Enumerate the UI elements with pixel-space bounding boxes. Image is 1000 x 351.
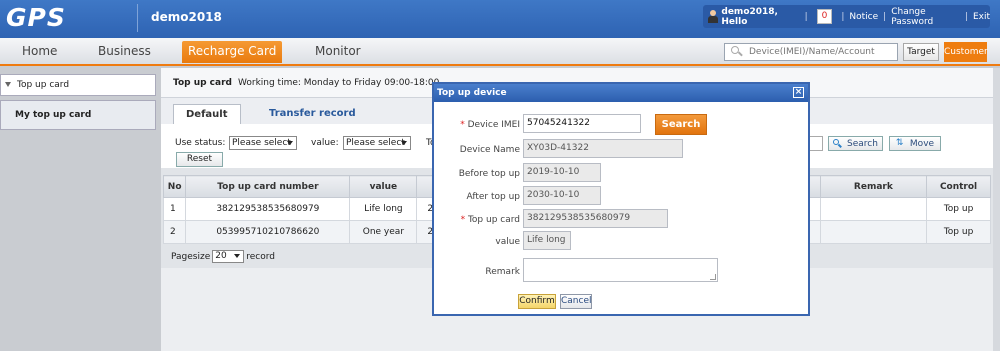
tab-default[interactable]: Default bbox=[173, 104, 241, 124]
use-status-value: Please select bbox=[232, 138, 291, 148]
move-icon: ⇅ bbox=[895, 138, 904, 148]
dropdown-caret-icon bbox=[234, 254, 241, 258]
pagesize-label: Pagesize bbox=[171, 251, 211, 262]
device-name-label: Device Name bbox=[459, 145, 520, 155]
nav-monitor[interactable]: Monitor bbox=[315, 44, 361, 58]
move-label: Move bbox=[909, 138, 935, 149]
header-divider bbox=[137, 4, 138, 32]
top-bar: GPS demo2018 demo2018, Hello | 0 | Notic… bbox=[0, 0, 1000, 38]
value-select-value: Please select bbox=[346, 138, 405, 148]
value-filter-label: value: bbox=[311, 138, 339, 148]
search-icon bbox=[833, 139, 842, 148]
search-icon bbox=[729, 44, 745, 60]
dropdown-caret-icon bbox=[287, 141, 293, 145]
dialog-title: Top up device bbox=[437, 88, 507, 98]
imei-input[interactable]: 57045241322 bbox=[523, 114, 641, 133]
change-password-link[interactable]: Change Password bbox=[891, 7, 960, 27]
filter-search-label: Search bbox=[847, 138, 878, 149]
remark-textarea[interactable] bbox=[523, 258, 718, 282]
dropdown-caret-icon bbox=[401, 141, 407, 145]
cell-remark bbox=[819, 220, 928, 244]
reset-button[interactable]: Reset bbox=[176, 152, 223, 167]
exit-link[interactable]: Exit bbox=[973, 12, 990, 22]
cell-value: Life long bbox=[349, 197, 418, 221]
cell-card-number: 053995710210786620 bbox=[185, 220, 351, 244]
col-header-value: value bbox=[349, 175, 418, 198]
resize-handle-icon[interactable] bbox=[710, 274, 716, 280]
pagesize-value: 20 bbox=[215, 251, 227, 261]
user-bar: demo2018, Hello | 0 | Notice | Change Pa… bbox=[703, 5, 990, 28]
vertical-scrollbar[interactable] bbox=[993, 68, 1000, 351]
use-status-select[interactable]: Please select bbox=[229, 136, 297, 150]
device-name-field: XY03D-41322 bbox=[523, 139, 683, 158]
before-top-up-field: 2019-10-10 bbox=[523, 163, 601, 182]
cell-value: One year bbox=[349, 220, 418, 244]
separator: | bbox=[964, 11, 968, 22]
dialog-search-button[interactable]: Search bbox=[655, 114, 707, 135]
customer-button[interactable]: Customer bbox=[944, 42, 988, 62]
value-field: Life long bbox=[523, 231, 571, 250]
sidebar-group-top-up-card[interactable]: Top up card bbox=[0, 74, 156, 96]
top-up-card-field[interactable]: 382129538535680979 bbox=[523, 209, 668, 228]
record-label: record bbox=[246, 251, 275, 262]
use-status-label: Use status: bbox=[175, 138, 226, 148]
top-up-device-dialog: Top up device × * Device IMEI 5704524132… bbox=[432, 82, 810, 316]
nav-recharge-card[interactable]: Recharge Card bbox=[182, 41, 283, 63]
separator: | bbox=[804, 11, 808, 22]
value-select[interactable]: Please select bbox=[343, 136, 411, 150]
tab-transfer-record[interactable]: Transfer record bbox=[257, 104, 368, 124]
device-search-input[interactable] bbox=[749, 47, 897, 57]
user-greeting: demo2018, Hello bbox=[721, 6, 778, 27]
page-title: Top up card bbox=[173, 77, 232, 88]
nav-business[interactable]: Business bbox=[98, 44, 151, 58]
separator: | bbox=[883, 11, 887, 22]
dialog-title-bar: Top up device × bbox=[434, 84, 808, 102]
top-up-link[interactable]: Top up bbox=[926, 197, 991, 221]
required-star: * bbox=[460, 215, 468, 225]
move-button[interactable]: ⇅ Move bbox=[889, 136, 941, 151]
separator: | bbox=[841, 11, 845, 22]
device-search-box bbox=[724, 43, 898, 61]
working-time: Working time: Monday to Friday 09:00-18:… bbox=[237, 77, 440, 88]
sidebar-item-my-top-up-card[interactable]: My top up card bbox=[0, 100, 156, 130]
cell-no: 1 bbox=[162, 197, 187, 221]
required-star: * bbox=[460, 120, 468, 130]
cancel-button[interactable]: Cancel bbox=[560, 294, 592, 309]
notice-link[interactable]: Notice bbox=[849, 12, 878, 22]
imei-label: * Device IMEI bbox=[434, 120, 520, 130]
account-name: demo2018 bbox=[151, 10, 222, 24]
cell-no: 2 bbox=[162, 220, 187, 244]
pagesize-select[interactable]: 20 bbox=[212, 250, 245, 263]
col-header-no: No bbox=[162, 175, 187, 198]
collapse-arrow-icon bbox=[5, 82, 11, 87]
close-icon[interactable]: × bbox=[793, 87, 804, 98]
col-header-card-number: Top up card number bbox=[185, 175, 351, 198]
after-top-up-field: 2030-10-10 bbox=[523, 186, 601, 205]
col-header-remark: Remark bbox=[819, 175, 928, 198]
gps-logo[interactable]: GPS bbox=[6, 3, 94, 33]
sidebar: Top up card My top up card bbox=[0, 68, 158, 351]
top-up-card-label-text: Top up card bbox=[467, 215, 520, 225]
main-nav: Home Business Recharge Card Monitor Targ… bbox=[0, 38, 1000, 66]
pager: Pagesize 20 record bbox=[171, 250, 275, 263]
cell-remark bbox=[819, 197, 928, 221]
message-count-badge[interactable]: 0 bbox=[816, 9, 833, 24]
after-top-up-label: After top up bbox=[466, 192, 521, 202]
filter-search-button[interactable]: Search bbox=[828, 136, 883, 151]
remark-label: Remark bbox=[485, 267, 520, 277]
value-label: value bbox=[495, 237, 520, 247]
user-avatar-icon bbox=[707, 9, 718, 24]
top-up-link[interactable]: Top up bbox=[926, 220, 991, 244]
sidebar-item-label: My top up card bbox=[15, 110, 92, 120]
top-up-card-label: * Top up card bbox=[434, 215, 520, 225]
target-button[interactable]: Target bbox=[903, 43, 939, 61]
nav-home[interactable]: Home bbox=[22, 44, 57, 58]
cell-card-number: 382129538535680979 bbox=[185, 197, 351, 221]
before-top-up-label: Before top up bbox=[458, 169, 520, 179]
sidebar-group-label: Top up card bbox=[17, 80, 70, 90]
col-header-control: Control bbox=[926, 175, 991, 198]
confirm-button[interactable]: Confirm bbox=[518, 294, 556, 309]
imei-label-text: Device IMEI bbox=[467, 120, 520, 130]
